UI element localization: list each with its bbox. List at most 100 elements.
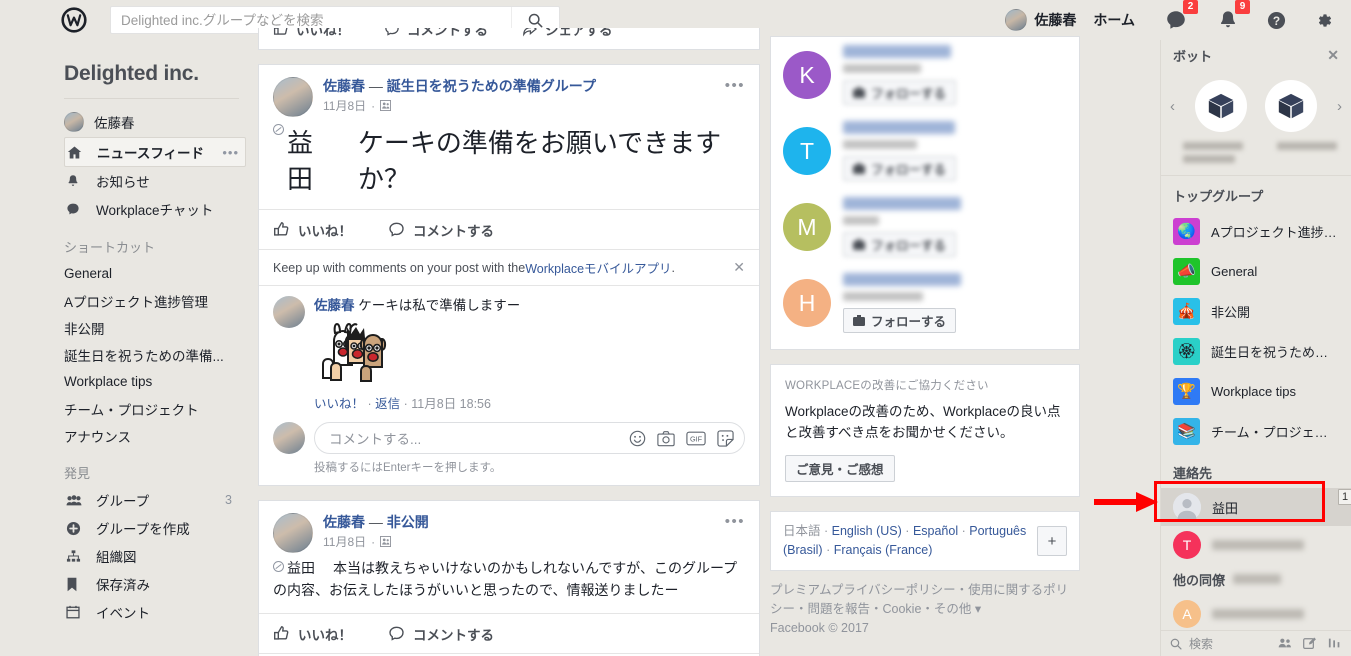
like-button[interactable]: いいね！ [273, 624, 352, 644]
avatar[interactable] [273, 77, 313, 117]
post-date[interactable]: 11月8日 [323, 97, 366, 114]
current-user-chip[interactable]: 佐藤春 [1005, 9, 1076, 31]
sidebar-item-groups[interactable]: グループ 3 [64, 486, 246, 514]
post-date[interactable]: 11月8日 [323, 533, 366, 550]
comment-button[interactable]: コメントする [384, 28, 488, 39]
sidebar-item-saved[interactable]: 保存済み [64, 570, 246, 598]
group-row[interactable]: 🎪 非公開 [1161, 291, 1351, 331]
add-person-icon [853, 239, 865, 251]
like-button[interactable]: いいね！ [273, 220, 352, 240]
help-button[interactable]: ? [1267, 11, 1286, 30]
post-mention[interactable]: 益田 [287, 560, 315, 576]
avatar: A [1173, 600, 1201, 628]
group-row[interactable]: 🏵 誕生日を祝うための準備グ... [1161, 331, 1351, 371]
comment-button[interactable]: コメントする [388, 624, 494, 644]
avatar[interactable] [273, 513, 313, 553]
shortcut-announce[interactable]: アナウンス [64, 422, 258, 449]
copyright: Facebook © 2017 [770, 619, 1080, 638]
sidebar-item-events[interactable]: イベント [64, 598, 246, 626]
post-mention[interactable]: 益田 [287, 125, 336, 197]
chevron-left-icon[interactable]: ‹ [1167, 98, 1178, 115]
camera-icon[interactable] [657, 430, 675, 447]
group-row[interactable]: 🌏 Aプロジェクト進捗管理 [1161, 211, 1351, 251]
person-subtitle [843, 216, 879, 225]
close-icon[interactable]: ✕ [1327, 47, 1339, 64]
follow-button[interactable]: フォローする [843, 232, 956, 257]
group-row[interactable]: 🏆 Workplace tips [1161, 371, 1351, 411]
messages-button[interactable]: 2 [1165, 9, 1187, 31]
shortcut-team-project[interactable]: チーム・プロジェクト [64, 395, 258, 422]
blurred-count [1233, 574, 1281, 584]
language-link[interactable]: English (US) [832, 524, 902, 538]
feedback-button[interactable]: ご意見・ご感想 [785, 455, 895, 482]
post-title: 佐藤春 — 非公開 [323, 513, 717, 531]
sticker-icon[interactable] [717, 430, 734, 447]
post-body: 益田本当は教えちゃいけないのかもしれないんですが、このグループの内容、お伝えした… [259, 553, 759, 613]
language-link[interactable]: Français (France) [834, 543, 933, 557]
sidebar-item-workplace-chat[interactable]: Workplaceチャット [64, 195, 246, 223]
ellipsis-icon[interactable]: ••• [222, 145, 245, 160]
sidebar-item-announcements[interactable]: お知らせ [64, 167, 246, 195]
post-author[interactable]: 佐藤春 [323, 78, 365, 94]
comment-reply-button[interactable]: 返信 [375, 397, 400, 411]
emoji-icon[interactable] [629, 430, 646, 447]
add-language-button[interactable]: + [1037, 526, 1067, 556]
avatar[interactable]: H [783, 279, 831, 327]
follow-button[interactable]: フォローする [843, 156, 956, 181]
like-button[interactable]: いいね！ [273, 28, 350, 39]
contact-masuda[interactable]: 益田 [1161, 488, 1351, 526]
shortcut-workplace-tips[interactable]: Workplace tips [64, 368, 258, 395]
avatar[interactable]: M [783, 203, 831, 251]
group-row[interactable]: 📣 General [1161, 251, 1351, 291]
chat-search-label[interactable]: 検索 [1189, 635, 1213, 652]
shortcut-general[interactable]: General [64, 260, 258, 287]
home-link[interactable]: ホーム [1093, 10, 1135, 30]
discover-heading: 発見 [64, 463, 258, 482]
follow-button[interactable]: フォローする [843, 80, 956, 105]
chevron-right-icon[interactable]: › [1334, 98, 1345, 115]
compose-icon[interactable] [1303, 637, 1317, 650]
close-icon[interactable]: ✕ [733, 259, 745, 276]
settings-button[interactable] [1314, 11, 1333, 30]
avatar[interactable] [273, 296, 305, 328]
follow-button[interactable]: フォローする [843, 308, 956, 333]
bot-avatar[interactable] [1195, 80, 1247, 132]
mobile-app-link[interactable]: Workplaceモバイルアプリ [525, 258, 671, 277]
comment-button[interactable]: コメントする [388, 220, 494, 240]
bot-avatar[interactable] [1265, 80, 1317, 132]
contact-row[interactable]: T [1161, 526, 1351, 564]
gif-icon[interactable]: GIF [686, 431, 706, 446]
shortcut-birthday[interactable]: 誕生日を祝うための準備... [64, 341, 258, 368]
ellipsis-icon[interactable]: ••• [717, 77, 745, 117]
group-row[interactable]: 📚 チーム・プロジェクト [1161, 411, 1351, 451]
people-icon[interactable] [1278, 637, 1292, 650]
contact-row[interactable]: A [1161, 595, 1351, 633]
share-button[interactable]: シェアする [522, 28, 613, 39]
post-author[interactable]: 佐藤春 [323, 514, 365, 530]
svg-text:?: ? [1273, 13, 1280, 27]
post-group[interactable]: 誕生日を祝うための準備グループ [387, 78, 596, 94]
bot-name [1183, 142, 1243, 163]
sidebar-user[interactable]: 佐藤春 [64, 107, 258, 137]
workplace-logo-icon[interactable] [60, 6, 88, 34]
ellipsis-icon[interactable]: ••• [717, 513, 745, 553]
sidebar-item-org-chart[interactable]: 組織図 [64, 542, 246, 570]
svg-text:GIF: GIF [690, 434, 703, 443]
comment-input[interactable]: コメントする... GIF [314, 422, 745, 454]
sidebar-item-news-feed[interactable]: ニュースフィード ••• [64, 137, 246, 167]
contact-name [1212, 540, 1304, 550]
legal-text[interactable]: プレミアムプライバシーポリシー・使用に関するポリシー・問題を報告・Cookie・… [770, 581, 1080, 619]
sidebar-item-create-group[interactable]: グループを作成 [64, 514, 246, 542]
search-icon[interactable] [1170, 638, 1182, 650]
language-link[interactable]: Español [913, 524, 958, 538]
comment-like-button[interactable]: いいね！ [314, 397, 364, 411]
follow-label: フォローする [871, 159, 946, 178]
settings-icon[interactable] [1328, 637, 1342, 650]
post-group[interactable]: 非公開 [387, 514, 429, 530]
shortcut-private[interactable]: 非公開 [64, 314, 258, 341]
avatar[interactable]: T [783, 127, 831, 175]
comment-author[interactable]: 佐藤春 [314, 298, 355, 313]
shortcut-project-a[interactable]: Aプロジェクト進捗管理 [64, 287, 258, 314]
notifications-button[interactable]: 9 [1217, 9, 1239, 31]
avatar[interactable]: K [783, 51, 831, 99]
